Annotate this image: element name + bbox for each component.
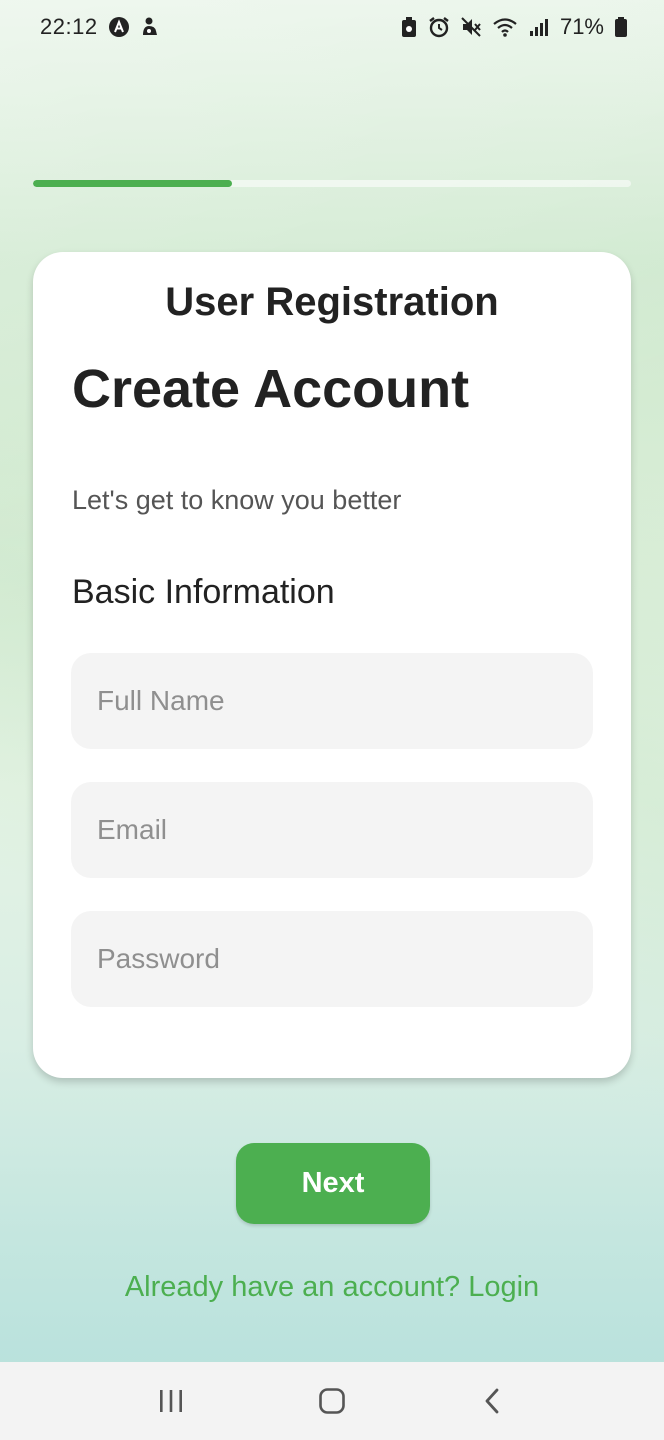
app-a-icon (108, 16, 130, 38)
email-field[interactable] (71, 782, 593, 878)
section-title: Basic Information (72, 573, 335, 611)
page-subtitle: Let's get to know you better (72, 485, 402, 515)
status-right: 71% (400, 14, 628, 40)
full-name-field[interactable] (71, 653, 593, 749)
recent-apps-button[interactable] (141, 1371, 201, 1431)
alarm-icon (428, 16, 450, 38)
login-link[interactable]: Already have an account? Login (0, 1268, 664, 1306)
home-icon (319, 1388, 345, 1414)
mute-icon (460, 16, 482, 38)
status-time: 22:12 (40, 14, 98, 39)
page-title: Create Account (72, 359, 470, 419)
signal-icon (528, 16, 550, 38)
wifi-icon (492, 16, 518, 38)
back-icon (485, 1388, 499, 1414)
system-navigation-bar (0, 1362, 664, 1440)
registration-progress-bar (33, 180, 631, 187)
home-button[interactable] (302, 1371, 362, 1431)
battery-icon (614, 16, 628, 38)
next-button[interactable]: Next (236, 1143, 430, 1224)
card-header: User Registration (165, 280, 499, 324)
back-button[interactable] (463, 1371, 523, 1431)
progress-fill (33, 180, 233, 187)
battery-saver-icon (400, 16, 418, 38)
battery-percent: 71% (559, 14, 604, 39)
notification-figure-icon (140, 16, 160, 38)
recent-apps-icon (159, 1390, 182, 1412)
status-left: 22:12 (40, 14, 160, 40)
password-field[interactable] (71, 911, 593, 1007)
status-bar: 22:12 71% (0, 0, 664, 54)
